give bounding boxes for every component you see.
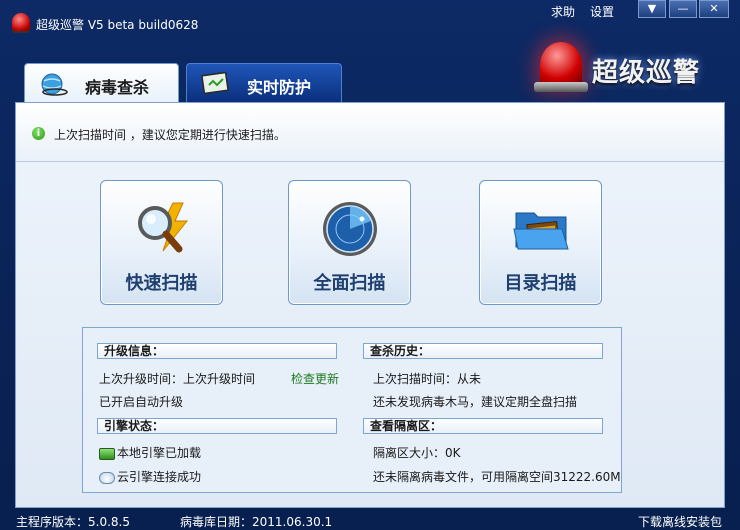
history-section-header: 查杀历史： [363,343,603,359]
engine-loaded-icon [99,447,115,460]
local-engine-label: 本地引擎已加载 [117,446,202,460]
tab-label: 病毒查杀 [85,78,150,97]
folder-card-icon [513,212,569,250]
virus-db-date: 病毒库日期：2011.06.30.1 [180,515,333,529]
program-version: 主程序版本：5.0.8.5 [16,515,130,529]
magnifier-lightning-icon [138,202,189,253]
globe-scan-icon [41,73,68,96]
last-scan-time: 上次扫描时间：从未 [373,372,482,386]
help-link[interactable]: 求助 [551,3,575,20]
info-icon: i [32,127,45,140]
menu-dropdown-icon[interactable]: ▼ [638,0,666,18]
cloud-connected-icon [99,471,115,484]
scan-button-label: 快速扫描 [125,273,198,294]
tab-label: 实时防护 [247,78,312,97]
info-panel: 升级信息： 上次升级时间：上次升级时间 检查更新 已开启自动升级 引擎状态： 本… [82,327,622,493]
scan-button-label: 目录扫描 [504,273,577,294]
tab-virus-scan[interactable]: 病毒查杀 [24,63,179,105]
tab-realtime-protection[interactable]: 实时防护 [186,63,342,103]
quick-scan-button[interactable]: 快速扫描 [100,180,223,305]
cloud-engine-status: 云引擎连接成功 [99,468,201,485]
auto-upgrade-status: 已开启自动升级 [99,395,184,409]
upgrade-section-header: 升级信息： [97,343,337,359]
status-bar: 主程序版本：5.0.8.5 病毒库日期：2011.06.30.1 下载离线安装包 [0,508,740,530]
minimize-button[interactable]: — [669,0,697,18]
full-scan-button[interactable]: 全面扫描 [288,180,411,305]
scan-button-label: 全面扫描 [313,273,386,294]
quarantine-size: 隔离区大小：0K [373,446,461,460]
scan-result-text: 还未发现病毒木马，建议定期全盘扫描 [373,395,578,409]
local-engine-status: 本地引擎已加载 [99,444,201,461]
settings-link[interactable]: 设置 [590,3,614,20]
brand-text: 超级巡警 [592,58,701,88]
main-content: i 上次扫描时间 ，建议您定期进行快速扫描。 快速扫描 全面扫描 目录扫描 升级… [15,102,725,508]
monitor-shield-icon [201,72,230,95]
siren-base [534,82,588,92]
check-update-link[interactable]: 检查更新 [291,370,339,387]
window-title: 超级巡警 V5 beta build0628 [36,18,199,32]
title-bar[interactable]: 超级巡警 V5 beta build0628 求助 设置 ▼ — ✕ [0,0,740,40]
notice-bar: i 上次扫描时间 ，建议您定期进行快速扫描。 [16,103,724,162]
cloud-engine-label: 云引擎连接成功 [117,470,202,484]
download-offline-installer-link[interactable]: 下载离线安装包 [638,513,722,530]
notice-text: 上次扫描时间 ，建议您定期进行快速扫描。 [54,128,286,142]
last-upgrade-time: 上次升级时间：上次升级时间 [99,372,256,386]
quarantine-section-header[interactable]: 查看隔离区： [363,418,603,434]
app-window: 超级巡警 V5 beta build0628 求助 设置 ▼ — ✕ 超级巡警 … [0,0,740,530]
close-button[interactable]: ✕ [699,0,729,18]
directory-scan-button[interactable]: 目录扫描 [479,180,602,305]
engine-section-header: 引擎状态： [97,418,337,434]
siren-app-icon [12,13,30,31]
quarantine-status: 还未隔离病毒文件，可用隔离空间31222.60M [373,470,621,484]
brand-logo: 超级巡警 [532,38,732,98]
radar-icon [323,202,377,256]
